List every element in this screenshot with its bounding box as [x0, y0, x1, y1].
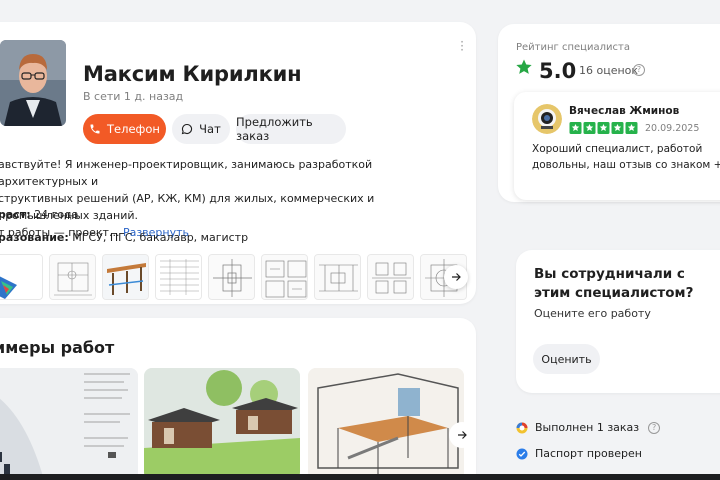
check-badge-icon [516, 448, 528, 459]
chat-button[interactable]: Чат [172, 114, 230, 144]
medal-icon [516, 422, 528, 433]
work-example[interactable] [144, 368, 300, 480]
portfolio-thumbnail[interactable] [155, 254, 202, 300]
rate-button-label: Оценить [541, 352, 592, 366]
works-card: имеры работ [0, 318, 476, 480]
review-date: 20.09.2025 [645, 123, 700, 134]
reviewer-name: Вячеслав Жминов [569, 105, 680, 117]
star-icon [583, 122, 596, 134]
about-text: авствуйте! Я инженер-проектировщик, зани… [0, 156, 458, 241]
online-status: В сети 1 д. назад [83, 90, 184, 103]
portfolio-thumbnails [0, 254, 467, 300]
star-icon [597, 122, 610, 134]
passport-verified-badge: Паспорт проверен [516, 447, 642, 460]
portfolio-thumbnail[interactable] [49, 254, 96, 300]
cooperate-title: Вы сотрудничали с этим специалистом? [534, 266, 694, 301]
age-fact: раст: 24 года [0, 208, 78, 221]
chat-button-label: Чат [199, 122, 221, 136]
portfolio-thumbnail[interactable] [314, 254, 361, 300]
phone-icon [90, 124, 100, 134]
review-card[interactable]: Вячеслав Жминов 20.09.2025 Хороший специ… [514, 92, 720, 200]
portfolio-thumbnail[interactable] [208, 254, 255, 300]
phone-button[interactable]: Телефон [83, 114, 166, 144]
works-next-button[interactable] [449, 422, 475, 448]
rating-value: 5.0 [539, 59, 577, 83]
arrow-right-icon [452, 273, 461, 281]
offer-order-button[interactable]: Предложить заказ [236, 114, 346, 144]
rating-count[interactable]: 16 оценок [579, 64, 638, 77]
star-icon [625, 122, 638, 134]
work-example[interactable] [0, 368, 138, 480]
education-value: МГСУ, ПГС, бакалавр, магистр [72, 231, 249, 244]
age-label: раст: [0, 208, 31, 221]
avatar[interactable] [0, 40, 66, 126]
rating-label: Рейтинг специалиста [516, 42, 630, 53]
portfolio-thumbnail[interactable] [0, 254, 43, 300]
info-icon[interactable]: ? [648, 421, 661, 434]
star-icon [611, 122, 624, 134]
portfolio-thumbnail[interactable] [102, 254, 149, 300]
thumbnails-next-button[interactable] [444, 265, 468, 289]
orders-completed-badge: Выполнен 1 заказ ? [516, 421, 661, 434]
passport-verified-text: Паспорт проверен [535, 447, 642, 460]
portfolio-thumbnail[interactable] [367, 254, 414, 300]
education-label: разование: [0, 231, 69, 244]
arrow-right-icon [458, 431, 467, 439]
cooperate-card: Вы сотрудничали с этим специалистом? Оце… [516, 250, 720, 393]
review-text: Хороший специалист, работой довольны, на… [532, 143, 720, 171]
bottom-bar [0, 474, 720, 480]
profile-name: Максим Кирилкин [83, 62, 302, 86]
reviewer-avatar [532, 104, 562, 134]
star-icon [516, 59, 532, 74]
phone-button-label: Телефон [107, 122, 160, 136]
orders-completed-text: Выполнен 1 заказ [535, 421, 640, 434]
rating-card: Рейтинг специалиста 5.0 16 оценок ? Вяче… [498, 24, 720, 202]
cooperate-subtitle: Оцените его работу [534, 307, 651, 320]
chat-icon [181, 123, 193, 135]
more-options-icon[interactable]: · · · [458, 36, 466, 56]
offer-order-button-label: Предложить заказ [236, 115, 313, 143]
review-stars [569, 122, 638, 134]
works-title: имеры работ [0, 338, 115, 357]
portfolio-thumbnail[interactable] [261, 254, 308, 300]
profile-card: Максим Кирилкин В сети 1 д. назад · · · Те… [0, 22, 476, 304]
star-icon [569, 122, 582, 134]
work-example[interactable] [308, 368, 464, 480]
rate-button[interactable]: Оценить [533, 344, 600, 374]
info-icon[interactable]: ? [633, 64, 645, 76]
age-value: 24 года [34, 208, 79, 221]
education-fact: разование: МГСУ, ПГС, бакалавр, магистр [0, 231, 248, 244]
